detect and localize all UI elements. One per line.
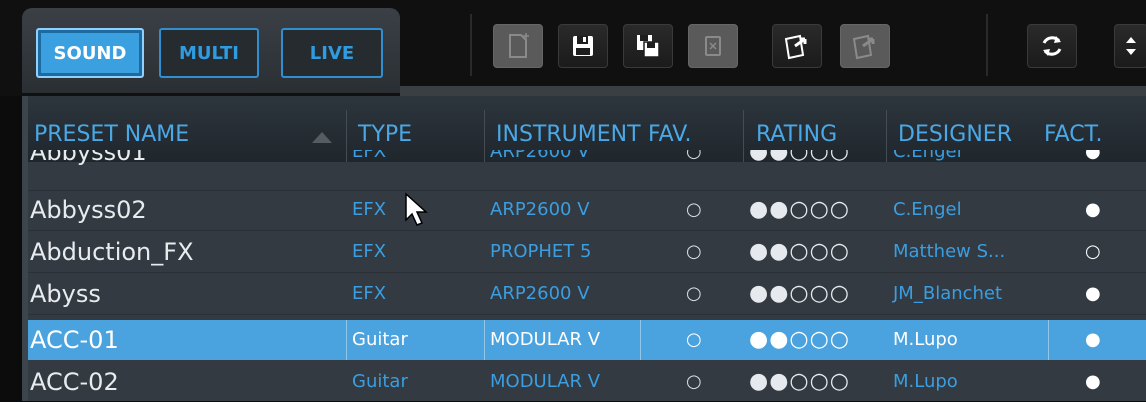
- import-button[interactable]: [772, 24, 822, 68]
- favorite-toggle[interactable]: ○: [686, 150, 702, 172]
- designer-cell: JM_Blanchet: [893, 283, 1003, 304]
- import-icon: [784, 34, 807, 60]
- type-cell: EFX: [352, 241, 387, 262]
- export-button[interactable]: [840, 24, 890, 68]
- instrument-cell: ARP2600 V: [490, 150, 590, 162]
- delete-icon: [705, 36, 721, 56]
- rating-cell[interactable]: ●●○○○: [749, 150, 850, 172]
- preset-name-cell: ACC-01: [30, 326, 119, 354]
- rating-cell[interactable]: ●●○○○: [749, 320, 850, 360]
- toolbar-divider: [986, 14, 988, 76]
- header-designer[interactable]: DESIGNER: [898, 122, 1012, 147]
- multi-mode-label: MULTI: [179, 42, 239, 64]
- designer-cell: Matthew S...: [893, 241, 1006, 262]
- favorite-toggle[interactable]: ○: [686, 190, 702, 230]
- favorite-toggle[interactable]: ○: [686, 274, 702, 314]
- header-preset-name[interactable]: PRESET NAME: [34, 122, 189, 147]
- top-toolbar: SOUND MULTI LIVE: [0, 0, 1146, 96]
- type-cell: EFX: [352, 150, 387, 162]
- new-preset-button[interactable]: [493, 24, 543, 68]
- sort-ascending-icon: [312, 132, 332, 143]
- sound-mode-button[interactable]: SOUND: [36, 28, 144, 78]
- rating-cell[interactable]: ●●○○○: [749, 232, 850, 272]
- table-row[interactable]: Abduction_FX EFX PROPHET 5 ○ ●●○○○ Matth…: [22, 232, 1146, 272]
- designer-cell: M.Lupo: [893, 329, 958, 350]
- column-separator: [1048, 320, 1049, 360]
- spinner-button[interactable]: [1114, 24, 1146, 68]
- save-icon: [573, 36, 593, 56]
- favorite-toggle[interactable]: ○: [686, 362, 702, 402]
- type-cell: Guitar: [352, 371, 408, 392]
- header-rating[interactable]: RATING: [756, 122, 837, 147]
- preset-name-cell: Abyss: [30, 280, 101, 308]
- preset-name-cell: Abbyss01: [30, 150, 147, 166]
- instrument-cell: PROPHET 5: [490, 241, 592, 262]
- table-row[interactable]: Abyss EFX ARP2600 V ○ ●●○○○ JM_Blanchet …: [22, 274, 1146, 314]
- row-divider: [22, 230, 1146, 231]
- sync-button[interactable]: [1027, 24, 1077, 68]
- rating-cell[interactable]: ●●○○○: [749, 274, 850, 314]
- table-row[interactable]: ACC-02 Guitar MODULAR V ○ ●●○○○ M.Lupo ●: [22, 362, 1146, 402]
- designer-cell: C.Engel: [893, 150, 962, 162]
- delete-button[interactable]: [688, 24, 738, 68]
- instrument-cell: ARP2600 V: [490, 199, 590, 220]
- sync-icon: [1042, 36, 1062, 56]
- type-cell: EFX: [352, 199, 387, 220]
- header-instrument[interactable]: INSTRUMENT: [496, 122, 641, 147]
- live-mode-label: LIVE: [309, 42, 355, 64]
- toolbar-divider: [470, 14, 472, 76]
- instrument-cell: ARP2600 V: [490, 283, 590, 304]
- designer-cell: C.Engel: [893, 199, 962, 220]
- type-cell: EFX: [352, 283, 387, 304]
- table-row[interactable]: Abbyss02 EFX ARP2600 V ○ ●●○○○ C.Engel ●: [22, 190, 1146, 230]
- preset-name-cell: Abduction_FX: [30, 238, 194, 266]
- preset-name-cell: ACC-02: [30, 368, 119, 396]
- column-separator: [640, 320, 641, 360]
- header-fav[interactable]: FAV.: [648, 122, 691, 147]
- table-row-selected[interactable]: ACC-01 Guitar MODULAR V ○ ●●○○○ M.Lupo ●: [22, 320, 1146, 360]
- type-cell: Guitar: [352, 329, 408, 350]
- designer-cell: M.Lupo: [893, 371, 958, 392]
- factory-indicator: ●: [1085, 150, 1101, 162]
- multi-mode-button[interactable]: MULTI: [159, 28, 259, 78]
- factory-indicator: ●: [1085, 283, 1101, 304]
- instrument-cell: MODULAR V: [490, 329, 601, 350]
- factory-indicator: ●: [1085, 199, 1101, 220]
- spinner-icon: [1126, 37, 1136, 55]
- preset-table: PRESET NAME TYPE INSTRUMENT FAV. RATING …: [22, 96, 1146, 401]
- favorite-toggle[interactable]: ○: [686, 320, 702, 360]
- sound-mode-label: SOUND: [53, 42, 127, 64]
- row-divider: [22, 314, 1146, 315]
- preset-name-cell: Abbyss02: [30, 196, 147, 224]
- rating-cell[interactable]: ●●○○○: [749, 362, 850, 402]
- export-icon: [852, 34, 875, 60]
- factory-indicator: ○: [1085, 241, 1101, 262]
- favorite-toggle[interactable]: ○: [686, 232, 702, 272]
- instrument-cell: MODULAR V: [490, 371, 601, 392]
- rating-cell[interactable]: ●●○○○: [749, 190, 850, 230]
- live-mode-button[interactable]: LIVE: [281, 28, 383, 78]
- column-separator: [346, 320, 347, 360]
- panel-edge: [400, 86, 1146, 96]
- new-preset-icon: [509, 33, 529, 58]
- column-separator: [484, 320, 485, 360]
- mouse-cursor-icon: [405, 192, 428, 226]
- factory-indicator: ●: [1085, 371, 1101, 392]
- save-as-icon: [637, 35, 660, 58]
- header-fact[interactable]: FACT.: [1044, 122, 1102, 147]
- table-row[interactable]: Abbyss01 EFX ARP2600 V ○ ●●○○○ C.Engel ●: [22, 150, 1146, 172]
- header-type[interactable]: TYPE: [358, 122, 412, 147]
- row-divider: [22, 272, 1146, 273]
- save-as-button[interactable]: [623, 24, 673, 68]
- save-button[interactable]: [558, 24, 608, 68]
- table-left-edge: [22, 96, 28, 401]
- factory-indicator: ●: [1085, 329, 1101, 350]
